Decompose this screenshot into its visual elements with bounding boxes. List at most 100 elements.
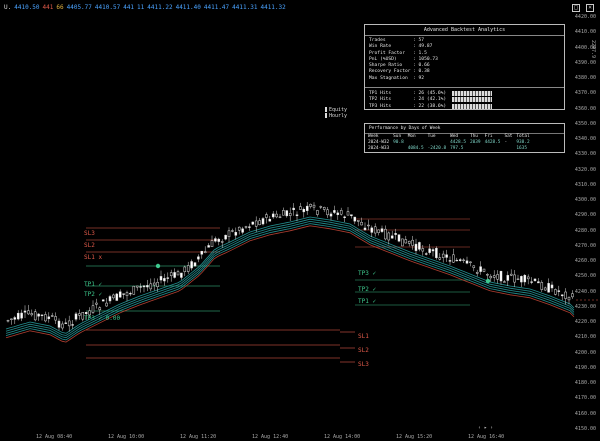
candle-body — [10, 318, 13, 320]
candle-body — [271, 213, 275, 218]
candle-body — [16, 312, 20, 320]
candle-body — [319, 206, 323, 208]
price-tick: 4210.00 — [574, 334, 596, 341]
candle-body — [112, 294, 115, 299]
candle-body — [302, 209, 306, 213]
candle-body — [193, 262, 197, 267]
time-tick: 12 Aug 16:40 — [468, 434, 505, 440]
price-axis[interactable]: 4420.00 4410.00 4400.00 4390.00 4380.00 4370.… — [574, 0, 600, 441]
candle-body — [190, 261, 193, 269]
level-label-tp: TP1 ✓ — [84, 281, 103, 288]
candle-body — [169, 272, 173, 277]
legend-swatch — [325, 113, 327, 118]
candle-body — [479, 266, 482, 272]
price-tick: 4390.00 — [574, 59, 596, 66]
perf-title: Performance by Days of Week — [365, 124, 564, 134]
candle-body — [373, 226, 377, 234]
ohlc-value: 4411.31 — [232, 4, 258, 11]
candle-body — [526, 276, 530, 280]
candle-body — [428, 248, 431, 253]
time-tick: 12 Aug 08:40 — [36, 434, 73, 440]
level-label-tp: TP3 ✓ — [358, 270, 377, 277]
candle-body — [503, 281, 506, 283]
candle-body — [455, 259, 459, 262]
candle-body — [234, 232, 238, 236]
candle-body — [132, 286, 136, 295]
candle-body — [122, 293, 125, 295]
legend-item-hourly[interactable]: Hourly — [325, 113, 347, 119]
candle-body — [492, 275, 496, 278]
candle-body — [452, 254, 455, 263]
candle-body — [367, 224, 370, 227]
price-tick: 4360.00 — [574, 105, 596, 112]
candle-body — [554, 289, 557, 295]
candle-body — [129, 292, 132, 295]
panel-title: Advanced Backtest Analytics — [365, 25, 564, 36]
candle-body — [506, 275, 510, 281]
candle-body — [418, 242, 421, 250]
candle-body — [278, 216, 282, 218]
ohlc-value: 4410.50 — [14, 4, 40, 11]
ohlc-value: 4411.22 — [147, 4, 173, 11]
candle-body — [356, 220, 360, 222]
candle-body — [64, 322, 68, 324]
time-tick: 12 Aug 12:40 — [252, 434, 289, 440]
level-label-sl: SL3 — [358, 361, 369, 368]
candle-body — [363, 227, 367, 230]
candle-body — [244, 226, 248, 228]
candle-body — [394, 233, 397, 235]
candle-body — [377, 229, 380, 233]
redacted-bar — [452, 97, 493, 103]
candle-body — [33, 311, 37, 321]
candle-body — [475, 272, 479, 274]
candle-body — [333, 210, 336, 213]
candle-body — [115, 293, 119, 301]
candle-body — [309, 203, 312, 207]
legend-label-hourly: Hourly — [329, 113, 348, 119]
candle-body — [197, 256, 200, 260]
stat-key: Max Stagnation — [369, 75, 408, 81]
candle-body — [326, 209, 329, 216]
candle-body — [251, 221, 255, 225]
candle-body — [40, 314, 44, 316]
candle-body — [101, 299, 105, 302]
price-tick: 4380.00 — [574, 75, 596, 82]
candle-body — [44, 314, 47, 322]
perf-cell — [504, 146, 516, 152]
perf-cell — [470, 146, 485, 152]
level-label-sl: SL3 — [84, 230, 95, 237]
price-tick: 4410.00 — [574, 29, 596, 36]
perf-cell — [393, 146, 408, 152]
perf-cell: 1635 — [516, 146, 527, 151]
ohlc-value: U. — [4, 4, 12, 11]
candle-body — [533, 278, 537, 281]
equity-legend: Equity Hourly — [325, 107, 347, 119]
candle-body — [424, 253, 428, 255]
perf-cell: 2024-W33 — [368, 146, 390, 151]
stats-rows: Trades: 57 Win Rate: 49.87 Profit Factor: … — [365, 36, 564, 110]
candle-body — [54, 316, 57, 321]
candle-body — [57, 320, 61, 328]
candle-body — [288, 213, 292, 216]
candle-body — [557, 290, 561, 292]
price-tick: 4180.00 — [574, 380, 596, 387]
candle-body — [547, 283, 550, 293]
price-tick: 4330.00 — [574, 151, 596, 158]
candle-body — [203, 251, 207, 253]
entry-marker — [155, 263, 161, 269]
candle-body — [448, 260, 452, 262]
candle-body — [95, 302, 98, 305]
candle-body — [292, 207, 295, 211]
candle-body — [78, 313, 81, 316]
candle-body — [350, 214, 353, 217]
candle-body — [91, 305, 95, 313]
level-label-tp: TP2 ✓ — [358, 286, 377, 293]
level-label-tp: TP1 ✓ — [358, 298, 377, 305]
scroll-navigation[interactable]: ‹ ▸ › — [478, 425, 493, 431]
performance-by-day-panel: Performance by Days of Week Week Sun Mon Tu… — [364, 123, 565, 153]
perf-cell: 4084.5 — [407, 146, 424, 151]
price-tick: 4350.00 — [574, 120, 596, 127]
ohlc-value: 441 — [42, 4, 54, 11]
candle-body — [23, 310, 27, 313]
candle-body — [445, 254, 448, 258]
